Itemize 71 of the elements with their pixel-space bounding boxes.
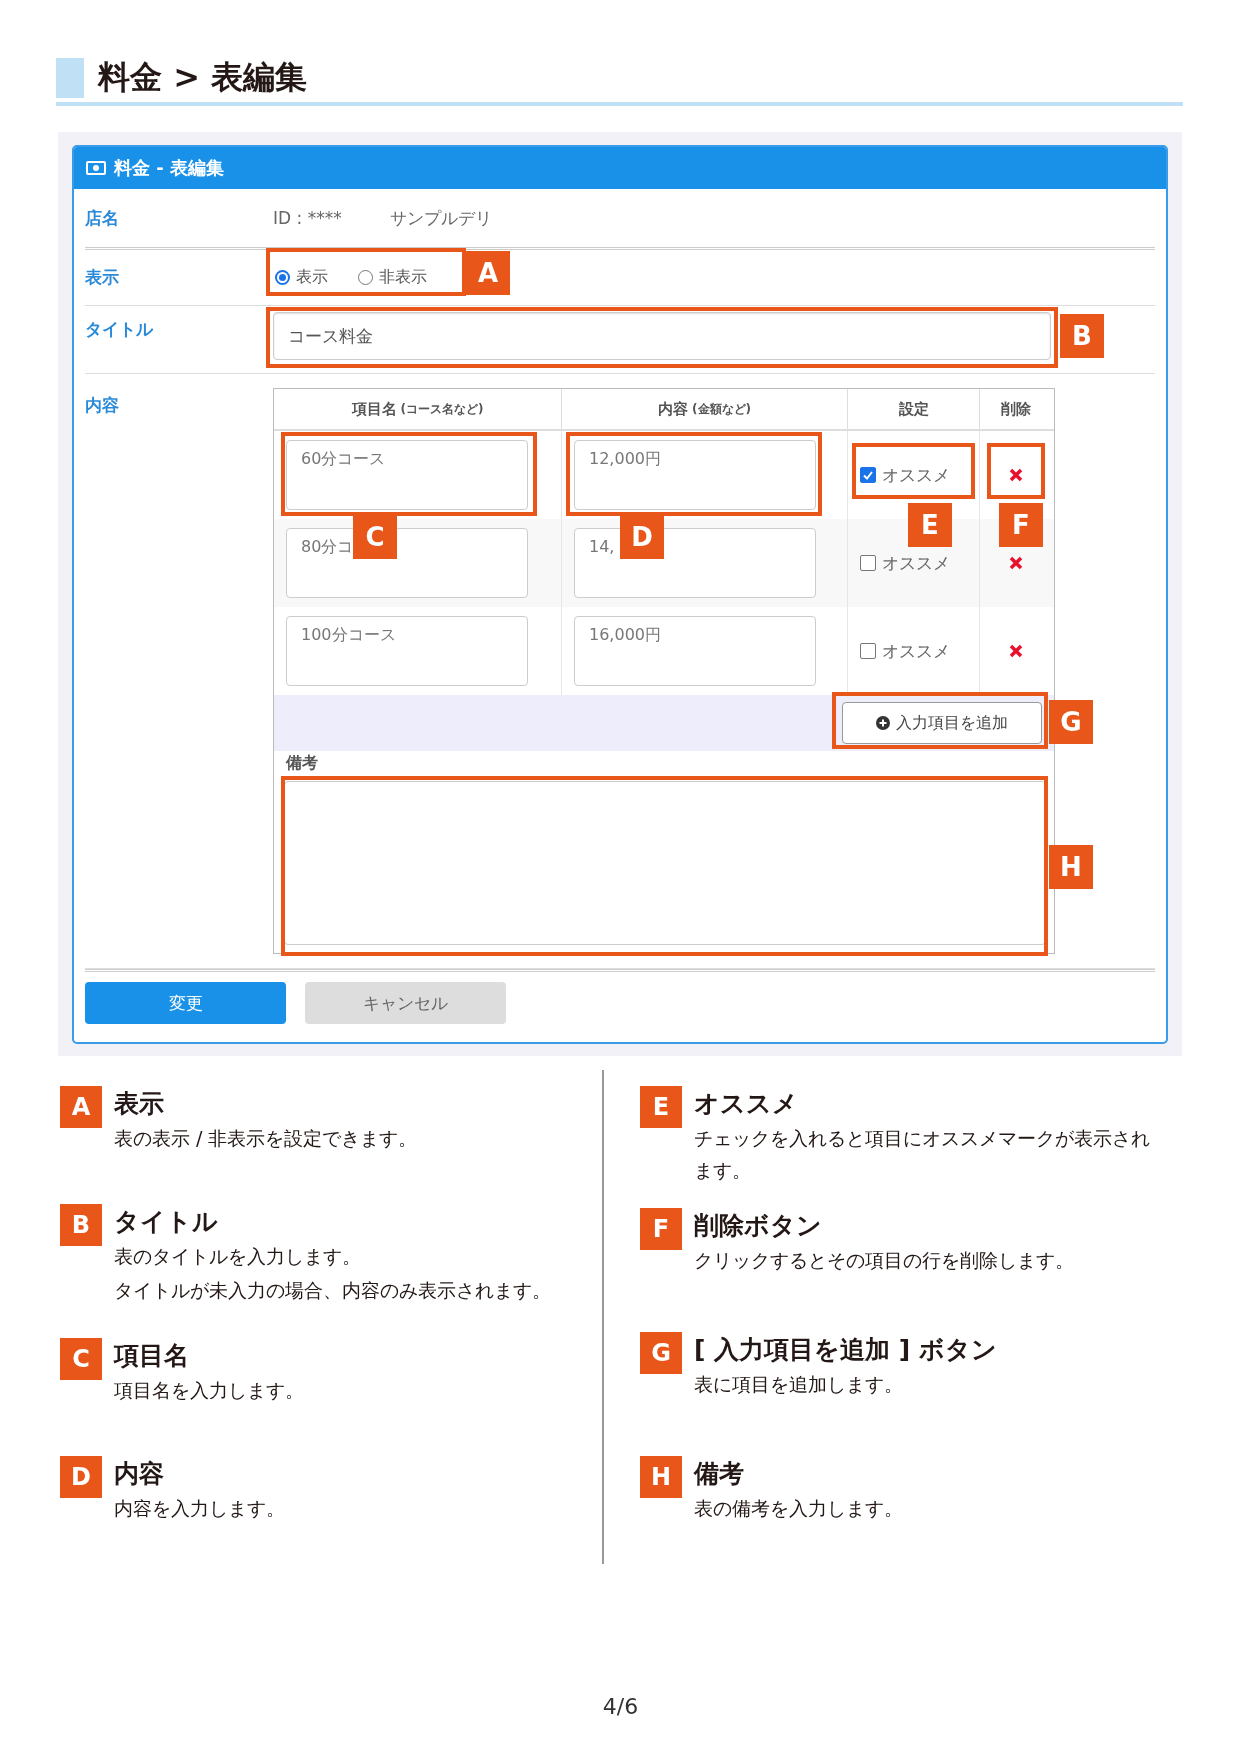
- legend-description: 表の表示 / 非表示を設定できます。: [114, 1126, 418, 1151]
- legend-title: [ 入力項目を追加 ] ボタン: [694, 1334, 997, 1366]
- field-label: 店名: [85, 206, 120, 230]
- plus-circle-icon: [876, 716, 890, 730]
- legend-description: 項目名を入力します。: [114, 1378, 304, 1403]
- item-content-field[interactable]: 16,000円: [574, 616, 816, 686]
- checkbox-label: オススメ: [882, 463, 950, 487]
- radio-option[interactable]: 表示: [275, 267, 328, 288]
- legend-description: 表のタイトルを入力します。: [114, 1244, 362, 1269]
- legend-badge: F: [640, 1208, 682, 1250]
- item-name-field[interactable]: 100分コース: [286, 616, 528, 686]
- callout-badge: G: [1049, 700, 1093, 744]
- legend-badge: D: [60, 1456, 102, 1498]
- delete-icon[interactable]: [1009, 644, 1023, 658]
- legend-description: 内容を入力します。: [114, 1496, 285, 1521]
- card-title: 料金 - 表編集: [114, 156, 224, 180]
- legend-title: 備考: [694, 1458, 745, 1490]
- heading-marker: [56, 58, 84, 98]
- column-header: 設定: [848, 389, 980, 429]
- banknote-icon: [86, 161, 106, 175]
- column-header: 削除: [1000, 398, 1032, 420]
- callout-badge: H: [1049, 845, 1093, 889]
- callout-badge: B: [1060, 314, 1104, 358]
- checkbox-label: オススメ: [882, 639, 950, 663]
- checkbox-label: オススメ: [882, 551, 950, 575]
- legend-title: 内容: [114, 1458, 165, 1490]
- field-label: 内容: [85, 394, 120, 417]
- callout-badge: D: [620, 515, 664, 559]
- legend-description: タイトルが未入力の場合、内容のみ表示されます。: [114, 1278, 551, 1303]
- column-header: 内容 (金額など): [562, 389, 848, 429]
- checkbox[interactable]: [860, 555, 876, 571]
- legend-badge: H: [640, 1456, 682, 1498]
- callout-frame: [987, 443, 1045, 499]
- cancel-button[interactable]: キャンセル: [305, 982, 506, 1024]
- page-number: 4/6: [601, 1694, 640, 1719]
- delete-icon[interactable]: [1009, 556, 1023, 570]
- save-button[interactable]: 変更: [85, 982, 286, 1024]
- checkbox[interactable]: [860, 467, 876, 483]
- column-header: 項目名 (コース名など): [274, 389, 562, 429]
- field-label: 表示: [85, 266, 120, 289]
- page-heading: 料金 > 表編集: [98, 57, 308, 98]
- item-content-field[interactable]: 12,000円: [574, 440, 816, 510]
- legend-title: 項目名: [114, 1340, 190, 1372]
- legend-description: クリックするとその項目の行を削除します。: [694, 1248, 1074, 1273]
- callout-badge: F: [999, 503, 1043, 547]
- delete-icon[interactable]: [1009, 468, 1023, 482]
- legend-title: 削除ボタン: [694, 1210, 823, 1242]
- legend-title: タイトル: [114, 1206, 219, 1238]
- shop-name: サンプルデリ: [389, 206, 492, 230]
- shop-id: ID : ****: [273, 208, 342, 228]
- legend-badge: C: [60, 1338, 102, 1380]
- callout-badge: C: [353, 515, 397, 559]
- legend-badge: B: [60, 1204, 102, 1246]
- checkbox[interactable]: [860, 643, 876, 659]
- legend-title: オススメ: [694, 1088, 799, 1120]
- radio-option[interactable]: 非表示: [358, 267, 427, 288]
- callout-badge: E: [908, 503, 952, 547]
- legend-description: 表に項目を追加します。: [694, 1372, 904, 1397]
- legend-description: 表の備考を入力します。: [694, 1496, 903, 1521]
- radio-button[interactable]: [275, 270, 290, 285]
- legend-badge: A: [60, 1086, 102, 1128]
- item-name-field[interactable]: 60分コース: [286, 440, 528, 510]
- legend-badge: G: [640, 1332, 682, 1374]
- notes-label: 備考: [284, 752, 319, 773]
- legend-title: 表示: [114, 1088, 165, 1120]
- callout-badge: A: [466, 251, 510, 295]
- legend-description: チェックを入れると項目にオススメマークが表示されます。: [694, 1126, 1151, 1183]
- title-field[interactable]: コース料金: [273, 312, 1051, 360]
- add-item-button[interactable]: 入力項目を追加: [842, 702, 1042, 744]
- legend-badge: E: [640, 1086, 682, 1128]
- field-label: タイトル: [85, 318, 155, 341]
